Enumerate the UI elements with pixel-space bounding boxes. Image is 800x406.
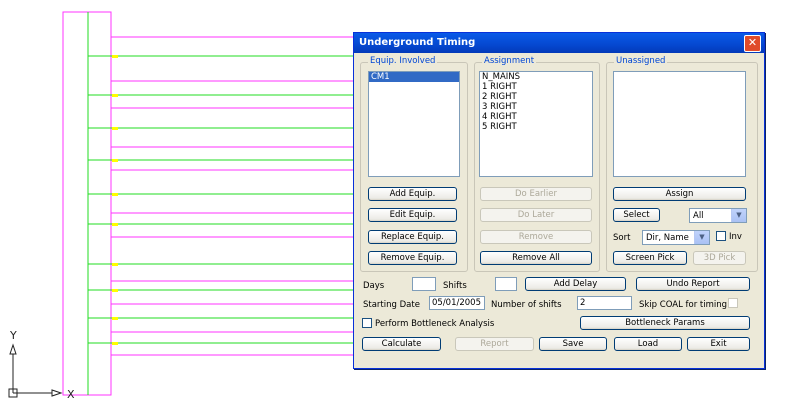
- node-marker: [112, 289, 118, 292]
- window-title: Underground Timing: [359, 37, 476, 48]
- add-delay-button[interactable]: Add Delay: [525, 277, 626, 291]
- select-filter-dropdown[interactable]: All ▼: [689, 208, 747, 223]
- add-equip-button[interactable]: Add Equip.: [368, 187, 457, 201]
- undo-report-button[interactable]: Undo Report: [636, 277, 750, 291]
- list-item[interactable]: 1 RIGHT: [480, 82, 592, 92]
- inv-label: Inv: [729, 232, 742, 242]
- node-marker: [112, 263, 118, 266]
- chevron-down-icon[interactable]: ▼: [694, 231, 709, 244]
- save-button[interactable]: Save: [539, 337, 607, 351]
- drawing-lines: [62, 11, 354, 396]
- list-item[interactable]: 3 RIGHT: [480, 102, 592, 112]
- screen-pick-button[interactable]: Screen Pick: [613, 251, 687, 265]
- starting-date-label: Starting Date: [363, 300, 420, 310]
- ucs-icon: [8, 343, 63, 398]
- unassigned-listbox[interactable]: [613, 71, 746, 177]
- days-field[interactable]: [412, 277, 436, 291]
- bottleneck-checkbox[interactable]: [362, 318, 372, 328]
- replace-equip-button[interactable]: Replace Equip.: [368, 230, 457, 244]
- calculate-button[interactable]: Calculate: [362, 337, 441, 351]
- list-item[interactable]: CM1: [369, 72, 459, 82]
- do-later-button[interactable]: Do Later: [480, 208, 592, 222]
- skip-coal-label: Skip COAL for timing: [639, 300, 728, 310]
- sort-dropdown[interactable]: Dir, Name ▼: [642, 230, 710, 245]
- list-item[interactable]: 4 RIGHT: [480, 112, 592, 122]
- list-item[interactable]: 2 RIGHT: [480, 92, 592, 102]
- chevron-down-icon[interactable]: ▼: [731, 209, 746, 222]
- list-item[interactable]: 5 RIGHT: [480, 122, 592, 132]
- report-button[interactable]: Report: [455, 337, 534, 351]
- node-marker: [112, 317, 118, 320]
- assignment-title: Assignment: [482, 56, 537, 66]
- unassigned-title: Unassigned: [614, 56, 668, 66]
- starting-date-field[interactable]: 05/01/2005: [429, 296, 485, 310]
- sort-label: Sort: [613, 233, 631, 243]
- outer-entry-rect: [62, 11, 112, 396]
- close-icon[interactable]: ✕: [744, 35, 761, 52]
- edit-equip-button[interactable]: Edit Equip.: [368, 208, 457, 222]
- load-button[interactable]: Load: [614, 337, 682, 351]
- days-label: Days: [363, 281, 385, 291]
- bottleneck-label: Perform Bottleneck Analysis: [375, 319, 495, 329]
- equip-involved-title: Equip. Involved: [368, 56, 438, 66]
- remove-button[interactable]: Remove: [480, 230, 592, 244]
- do-earlier-button[interactable]: Do Earlier: [480, 187, 592, 201]
- node-marker: [112, 342, 118, 345]
- node-marker: [112, 159, 118, 162]
- skip-coal-checkbox[interactable]: [728, 298, 738, 308]
- select-button[interactable]: Select: [613, 208, 660, 222]
- shifts-label: Shifts: [443, 281, 467, 291]
- node-marker: [112, 223, 118, 226]
- remove-equip-button[interactable]: Remove Equip.: [368, 251, 457, 265]
- underground-timing-dialog: Underground Timing ✕ Equip. Involved CM1…: [353, 32, 765, 369]
- x-axis-label: X: [67, 388, 75, 401]
- list-item[interactable]: N_MAINS: [480, 72, 592, 82]
- title-bar[interactable]: Underground Timing ✕: [354, 33, 764, 53]
- node-marker: [112, 193, 118, 196]
- shifts-field[interactable]: [495, 277, 517, 291]
- assignment-listbox[interactable]: N_MAINS 1 RIGHT 2 RIGHT 3 RIGHT 4 RIGHT …: [479, 71, 593, 177]
- node-marker: [112, 94, 118, 97]
- node-marker: [112, 127, 118, 130]
- 3d-pick-button[interactable]: 3D Pick: [693, 251, 746, 265]
- crosscut-lines: [88, 36, 354, 356]
- remove-all-button[interactable]: Remove All: [480, 251, 592, 265]
- number-of-shifts-field[interactable]: 2: [577, 296, 632, 310]
- inv-checkbox[interactable]: [716, 231, 726, 241]
- y-axis-label: Y: [9, 329, 17, 342]
- node-marker: [112, 55, 118, 58]
- bottleneck-params-button[interactable]: Bottleneck Params: [580, 316, 750, 330]
- number-of-shifts-label: Number of shifts: [491, 300, 562, 310]
- sort-value: Dir, Name: [646, 233, 689, 243]
- select-filter-value: All: [693, 211, 704, 221]
- assign-button[interactable]: Assign: [613, 187, 746, 201]
- exit-button[interactable]: Exit: [687, 337, 750, 351]
- equip-listbox[interactable]: CM1: [368, 71, 460, 177]
